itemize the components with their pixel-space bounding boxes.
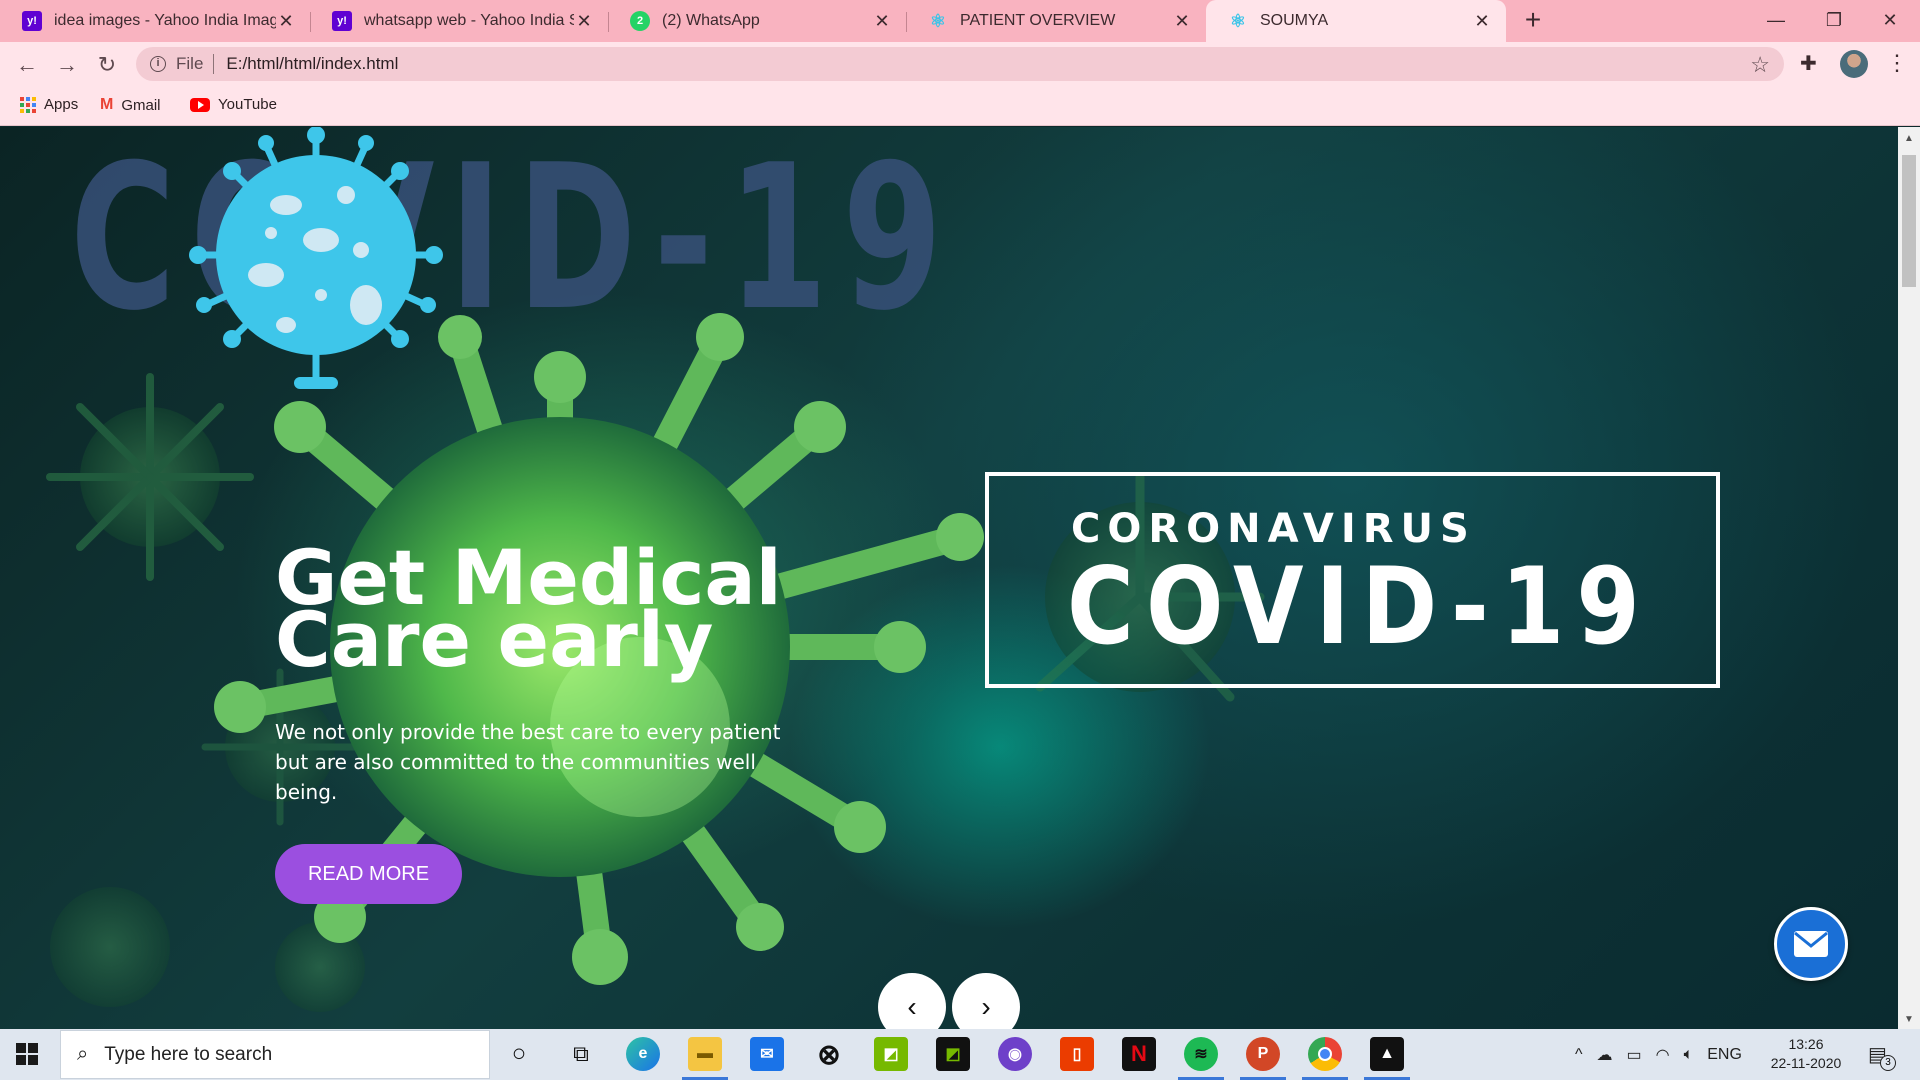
banner-title: COVID-19 <box>1067 545 1652 668</box>
chrome-icon[interactable] <box>1308 1037 1342 1071</box>
tab-title: idea images - Yahoo India Image <box>54 12 276 29</box>
address-bar[interactable]: i File E:/html/html/index.html ☆ <box>136 47 1784 81</box>
photos-icon[interactable]: ▲ <box>1370 1037 1404 1071</box>
scroll-down-arrow-icon[interactable]: ▼ <box>1904 1014 1914 1025</box>
scroll-up-arrow-icon[interactable]: ▲ <box>1904 133 1914 144</box>
tab-idea-images[interactable]: y! idea images - Yahoo India Image ✕ <box>0 0 310 42</box>
browser-menu-icon[interactable]: ⋮ <box>1886 50 1908 76</box>
reload-button[interactable]: ↻ <box>92 50 122 80</box>
tab-soumya[interactable]: ⚛ SOUMYA ✕ <box>1206 0 1506 42</box>
task-view-icon[interactable]: ⧉ <box>564 1037 598 1071</box>
bookmark-youtube[interactable]: YouTube <box>190 96 277 113</box>
mail-icon <box>1794 931 1828 957</box>
close-icon[interactable]: ✕ <box>574 11 594 32</box>
virus-logo-icon <box>189 127 443 389</box>
clock-time: 13:26 <box>1788 1036 1824 1052</box>
github-icon[interactable]: ◉ <box>998 1037 1032 1071</box>
close-icon[interactable]: ✕ <box>1172 11 1192 32</box>
tab-whatsapp[interactable]: 2 (2) WhatsApp ✕ <box>608 0 906 42</box>
tab-title: PATIENT OVERVIEW <box>960 12 1116 29</box>
edge-icon[interactable]: e <box>626 1037 660 1071</box>
address-divider <box>213 54 215 74</box>
scrollbar-thumb[interactable] <box>1902 155 1916 287</box>
xbox-icon[interactable]: ⊗ <box>812 1037 846 1071</box>
nvidia-icon[interactable]: ◩ <box>936 1037 970 1071</box>
windows-start-button[interactable] <box>16 1043 38 1065</box>
bookmark-label: Gmail <box>121 96 161 114</box>
netflix-icon[interactable]: N <box>1122 1037 1156 1071</box>
powerpoint-icon[interactable]: P <box>1246 1037 1280 1071</box>
gmail-icon: M <box>100 96 114 113</box>
page-viewport: COVID-19 Get Medical Care early We not o… <box>0 127 1898 1029</box>
small-virus-left <box>46 373 254 581</box>
react-icon: ⚛ <box>929 10 947 31</box>
close-icon[interactable]: ✕ <box>1472 11 1492 32</box>
office-icon[interactable]: ▯ <box>1060 1037 1094 1071</box>
windows-taskbar: ⌕ Type here to search ○ ⧉ e ▬ ✉ ⊗ ◩ ◩ ◉ … <box>0 1029 1920 1080</box>
bookmark-gmail[interactable]: M Gmail <box>100 96 161 114</box>
page-scrollbar[interactable]: ▲ ▼ <box>1898 127 1920 1029</box>
hero-description: We not only provide the best care to eve… <box>275 720 781 804</box>
cortana-icon[interactable]: ○ <box>502 1037 536 1071</box>
read-more-button[interactable]: READ MORE <box>275 844 462 904</box>
back-button[interactable]: ← <box>12 50 42 80</box>
yahoo-icon: y! <box>22 11 42 31</box>
mail-app-icon[interactable]: ✉ <box>750 1037 784 1071</box>
bookmark-label: YouTube <box>218 96 277 113</box>
new-tab-button[interactable]: + <box>1518 6 1548 36</box>
react-icon: ⚛ <box>1229 10 1247 31</box>
coronavirus-banner: CORONAVIRUS COVID-19 <box>985 472 1720 688</box>
bookmark-star-icon[interactable]: ☆ <box>1750 52 1770 78</box>
volume-icon[interactable]: 🔈︎ <box>1684 1046 1694 1064</box>
tab-title: (2) WhatsApp <box>662 12 760 29</box>
chevron-up-icon[interactable]: ^ <box>1575 1046 1583 1064</box>
whatsapp-icon: 2 <box>630 11 650 31</box>
clock-date: 22-11-2020 <box>1770 1055 1842 1071</box>
close-icon[interactable]: ✕ <box>276 11 296 32</box>
forward-button[interactable]: → <box>52 50 82 80</box>
address-scheme: File <box>176 54 204 73</box>
search-placeholder: Type here to search <box>104 1043 273 1065</box>
profile-avatar[interactable] <box>1840 50 1868 78</box>
hero-title: Get Medical Care early <box>275 540 835 678</box>
nvidia-geforce-icon[interactable]: ◩ <box>874 1037 908 1071</box>
tab-title: whatsapp web - Yahoo India Sear <box>364 12 574 29</box>
hero-title-line2: Care early <box>275 595 714 684</box>
close-icon[interactable]: ✕ <box>872 11 892 32</box>
search-icon: ⌕ <box>77 1043 89 1065</box>
youtube-icon <box>190 97 210 112</box>
minimize-button[interactable]: — <box>1756 4 1796 36</box>
onedrive-icon[interactable]: ☁ <box>1597 1045 1613 1065</box>
bookmark-apps[interactable]: Apps <box>20 96 78 113</box>
battery-icon[interactable]: ▭ <box>1627 1045 1642 1065</box>
tab-whatsapp-web-search[interactable]: y! whatsapp web - Yahoo India Sear ✕ <box>310 0 608 42</box>
apps-grid-icon <box>20 96 36 113</box>
yahoo-icon: y! <box>332 11 352 31</box>
system-tray: ^ ☁ ▭ ◠ 🔈︎ ENG <box>1568 1029 1749 1080</box>
taskbar-search-box[interactable]: ⌕ Type here to search <box>60 1030 490 1079</box>
browser-toolbar: ← → ↻ i File E:/html/html/index.html ☆ ✚… <box>0 42 1920 86</box>
taskbar-clock[interactable]: 13:26 22-11-2020 <box>1766 1035 1846 1073</box>
address-url[interactable]: E:/html/html/index.html <box>226 54 398 74</box>
mail-floating-button[interactable] <box>1774 907 1848 981</box>
info-icon[interactable]: i <box>150 56 166 72</box>
notification-count-badge: 3 <box>1880 1055 1896 1071</box>
close-window-button[interactable]: ✕ <box>1870 4 1910 36</box>
restore-button[interactable]: ❐ <box>1814 4 1854 36</box>
file-explorer-icon[interactable]: ▬ <box>688 1037 722 1071</box>
language-indicator[interactable]: ENG <box>1707 1046 1742 1064</box>
wifi-icon[interactable]: ◠ <box>1656 1045 1670 1065</box>
tab-title: SOUMYA <box>1260 12 1329 29</box>
tab-strip: y! idea images - Yahoo India Image ✕ y! … <box>0 0 1920 42</box>
bookmark-label: Apps <box>44 96 79 113</box>
spotify-icon[interactable]: ≋ <box>1184 1037 1218 1071</box>
bookmarks-bar: Apps M Gmail YouTube <box>0 86 1920 126</box>
tab-patient-overview[interactable]: ⚛ PATIENT OVERVIEW ✕ <box>906 0 1206 42</box>
extensions-puzzle-icon[interactable]: ✚ <box>1800 51 1817 76</box>
